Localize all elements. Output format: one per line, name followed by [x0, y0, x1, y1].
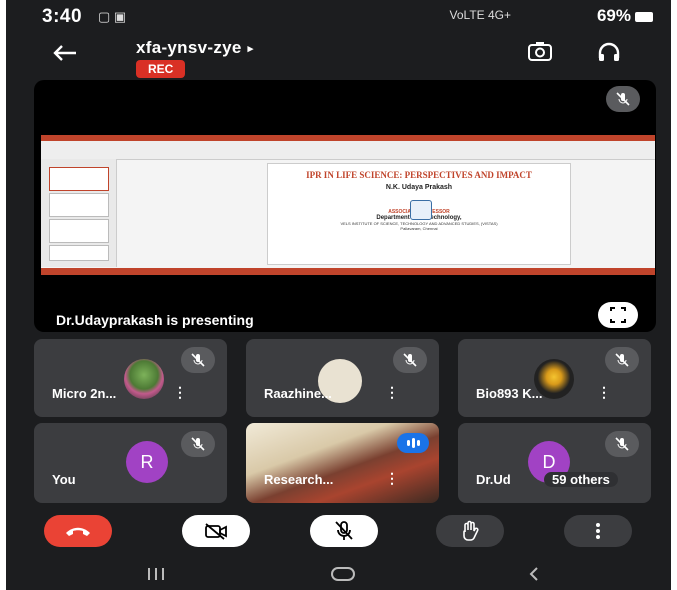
- participant-name: Dr.Ud: [476, 472, 511, 487]
- participant-tile-self[interactable]: R You: [34, 423, 227, 503]
- audio-level-icon: [407, 438, 420, 448]
- mic-off-icon: [191, 437, 205, 451]
- participant-tile-video[interactable]: Research... ⋮: [246, 423, 439, 503]
- hand-icon: [463, 520, 479, 541]
- arrow-left-icon: [53, 45, 76, 61]
- presenting-label: Dr.Udayprakash is presenting: [56, 312, 254, 328]
- current-slide: IPR IN LIFE SCIENCE: PERSPECTIVES AND IM…: [267, 163, 571, 265]
- camera-switch-icon: [528, 42, 552, 61]
- shared-screen: IPR IN LIFE SCIENCE: PERSPECTIVES AND IM…: [41, 135, 655, 275]
- meeting-code: xfa-ynsv-zye: [136, 38, 242, 57]
- participant-name: Bio893 K...: [476, 386, 543, 401]
- participant-name: You: [52, 472, 76, 487]
- switch-camera-button[interactable]: [526, 40, 554, 64]
- speaking-indicator: [397, 433, 429, 453]
- network-indicator: VoLTE 4G+: [449, 8, 511, 22]
- end-call-button[interactable]: [44, 515, 112, 547]
- slide-thumbnail: [49, 193, 109, 217]
- participant-tile[interactable]: Bio893 K... ⋮: [458, 339, 651, 417]
- slide-thumbnails: [41, 159, 117, 267]
- mic-off-icon: [616, 92, 630, 106]
- presenter-mic-status: [606, 86, 640, 112]
- participant-mic-status: [181, 347, 215, 373]
- home-icon: [331, 567, 355, 581]
- meet-screen: 3:40 ▢ ▣ VoLTE 4G+ 69% xfa-ynsv-zye ▸ REC: [6, 0, 671, 590]
- participant-mic-status: [605, 347, 639, 373]
- participant-tile[interactable]: Micro 2n... ⋮: [34, 339, 227, 417]
- audio-output-button[interactable]: [596, 40, 624, 64]
- mic-off-icon: [615, 437, 629, 451]
- participant-mic-status: [393, 347, 427, 373]
- participant-avatar: R: [126, 441, 168, 483]
- more-options-button[interactable]: [564, 515, 632, 547]
- mic-off-icon: [335, 521, 353, 540]
- back-button[interactable]: [52, 38, 78, 70]
- status-bar: 3:40 ▢ ▣ VoLTE 4G+ 69%: [6, 0, 671, 32]
- slide-presenter-name: N.K. Udaya Prakash: [385, 184, 453, 191]
- participant-tile-overflow[interactable]: D Dr.Ud 59 others: [458, 423, 651, 503]
- system-back-button[interactable]: [526, 565, 542, 588]
- slide-thumbnail: [49, 167, 109, 191]
- participant-name: Raazhine...: [264, 386, 332, 401]
- participant-more-button[interactable]: ⋮: [385, 384, 399, 401]
- mic-toggle-button[interactable]: [310, 515, 378, 547]
- fullscreen-button[interactable]: [598, 302, 638, 328]
- app-statusbar: [41, 268, 655, 275]
- participant-name: Micro 2n...: [52, 386, 117, 401]
- headphones-icon: [598, 42, 620, 61]
- participant-more-button[interactable]: ⋮: [385, 470, 399, 487]
- battery-indicator: 69%: [597, 6, 653, 26]
- institute-logo: [410, 200, 432, 220]
- chevron-left-icon: [529, 567, 538, 581]
- more-vertical-icon: [596, 523, 600, 539]
- slide-location: Pallavaram, Chennai: [400, 226, 438, 231]
- recent-apps-icon: [148, 568, 164, 580]
- slide-thumbnail: [49, 219, 109, 243]
- fullscreen-icon: [610, 307, 626, 323]
- notification-icons: ▢ ▣: [98, 9, 127, 24]
- expand-icon: ▸: [247, 43, 254, 56]
- camera-off-icon: [205, 523, 227, 540]
- camera-toggle-button[interactable]: [182, 515, 250, 547]
- participant-mic-status: [605, 431, 639, 457]
- mic-off-icon: [191, 353, 205, 367]
- home-button[interactable]: [330, 565, 356, 588]
- participant-more-button[interactable]: ⋮: [597, 384, 611, 401]
- raise-hand-button[interactable]: [436, 515, 504, 547]
- app-ribbon: [41, 141, 655, 160]
- others-count[interactable]: 59 others: [544, 472, 618, 487]
- mic-off-icon: [403, 353, 417, 367]
- recent-apps-button[interactable]: [146, 565, 166, 588]
- presentation-view[interactable]: IPR IN LIFE SCIENCE: PERSPECTIVES AND IM…: [34, 80, 656, 332]
- phone-hangup-icon: [66, 527, 90, 536]
- recording-badge: REC: [136, 60, 186, 78]
- meeting-title[interactable]: xfa-ynsv-zye ▸: [136, 38, 253, 58]
- slide-title: IPR IN LIFE SCIENCE: PERSPECTIVES AND IM…: [306, 170, 532, 180]
- participant-mic-status: [181, 431, 215, 457]
- clock: 3:40: [42, 6, 83, 27]
- participant-avatar: [124, 359, 164, 399]
- mic-off-icon: [615, 353, 629, 367]
- participant-more-button[interactable]: ⋮: [173, 384, 187, 401]
- participant-tile[interactable]: Raazhine... ⋮: [246, 339, 439, 417]
- participant-name: Research...: [264, 472, 334, 487]
- slide-thumbnail: [49, 245, 109, 261]
- battery-icon: [635, 11, 653, 22]
